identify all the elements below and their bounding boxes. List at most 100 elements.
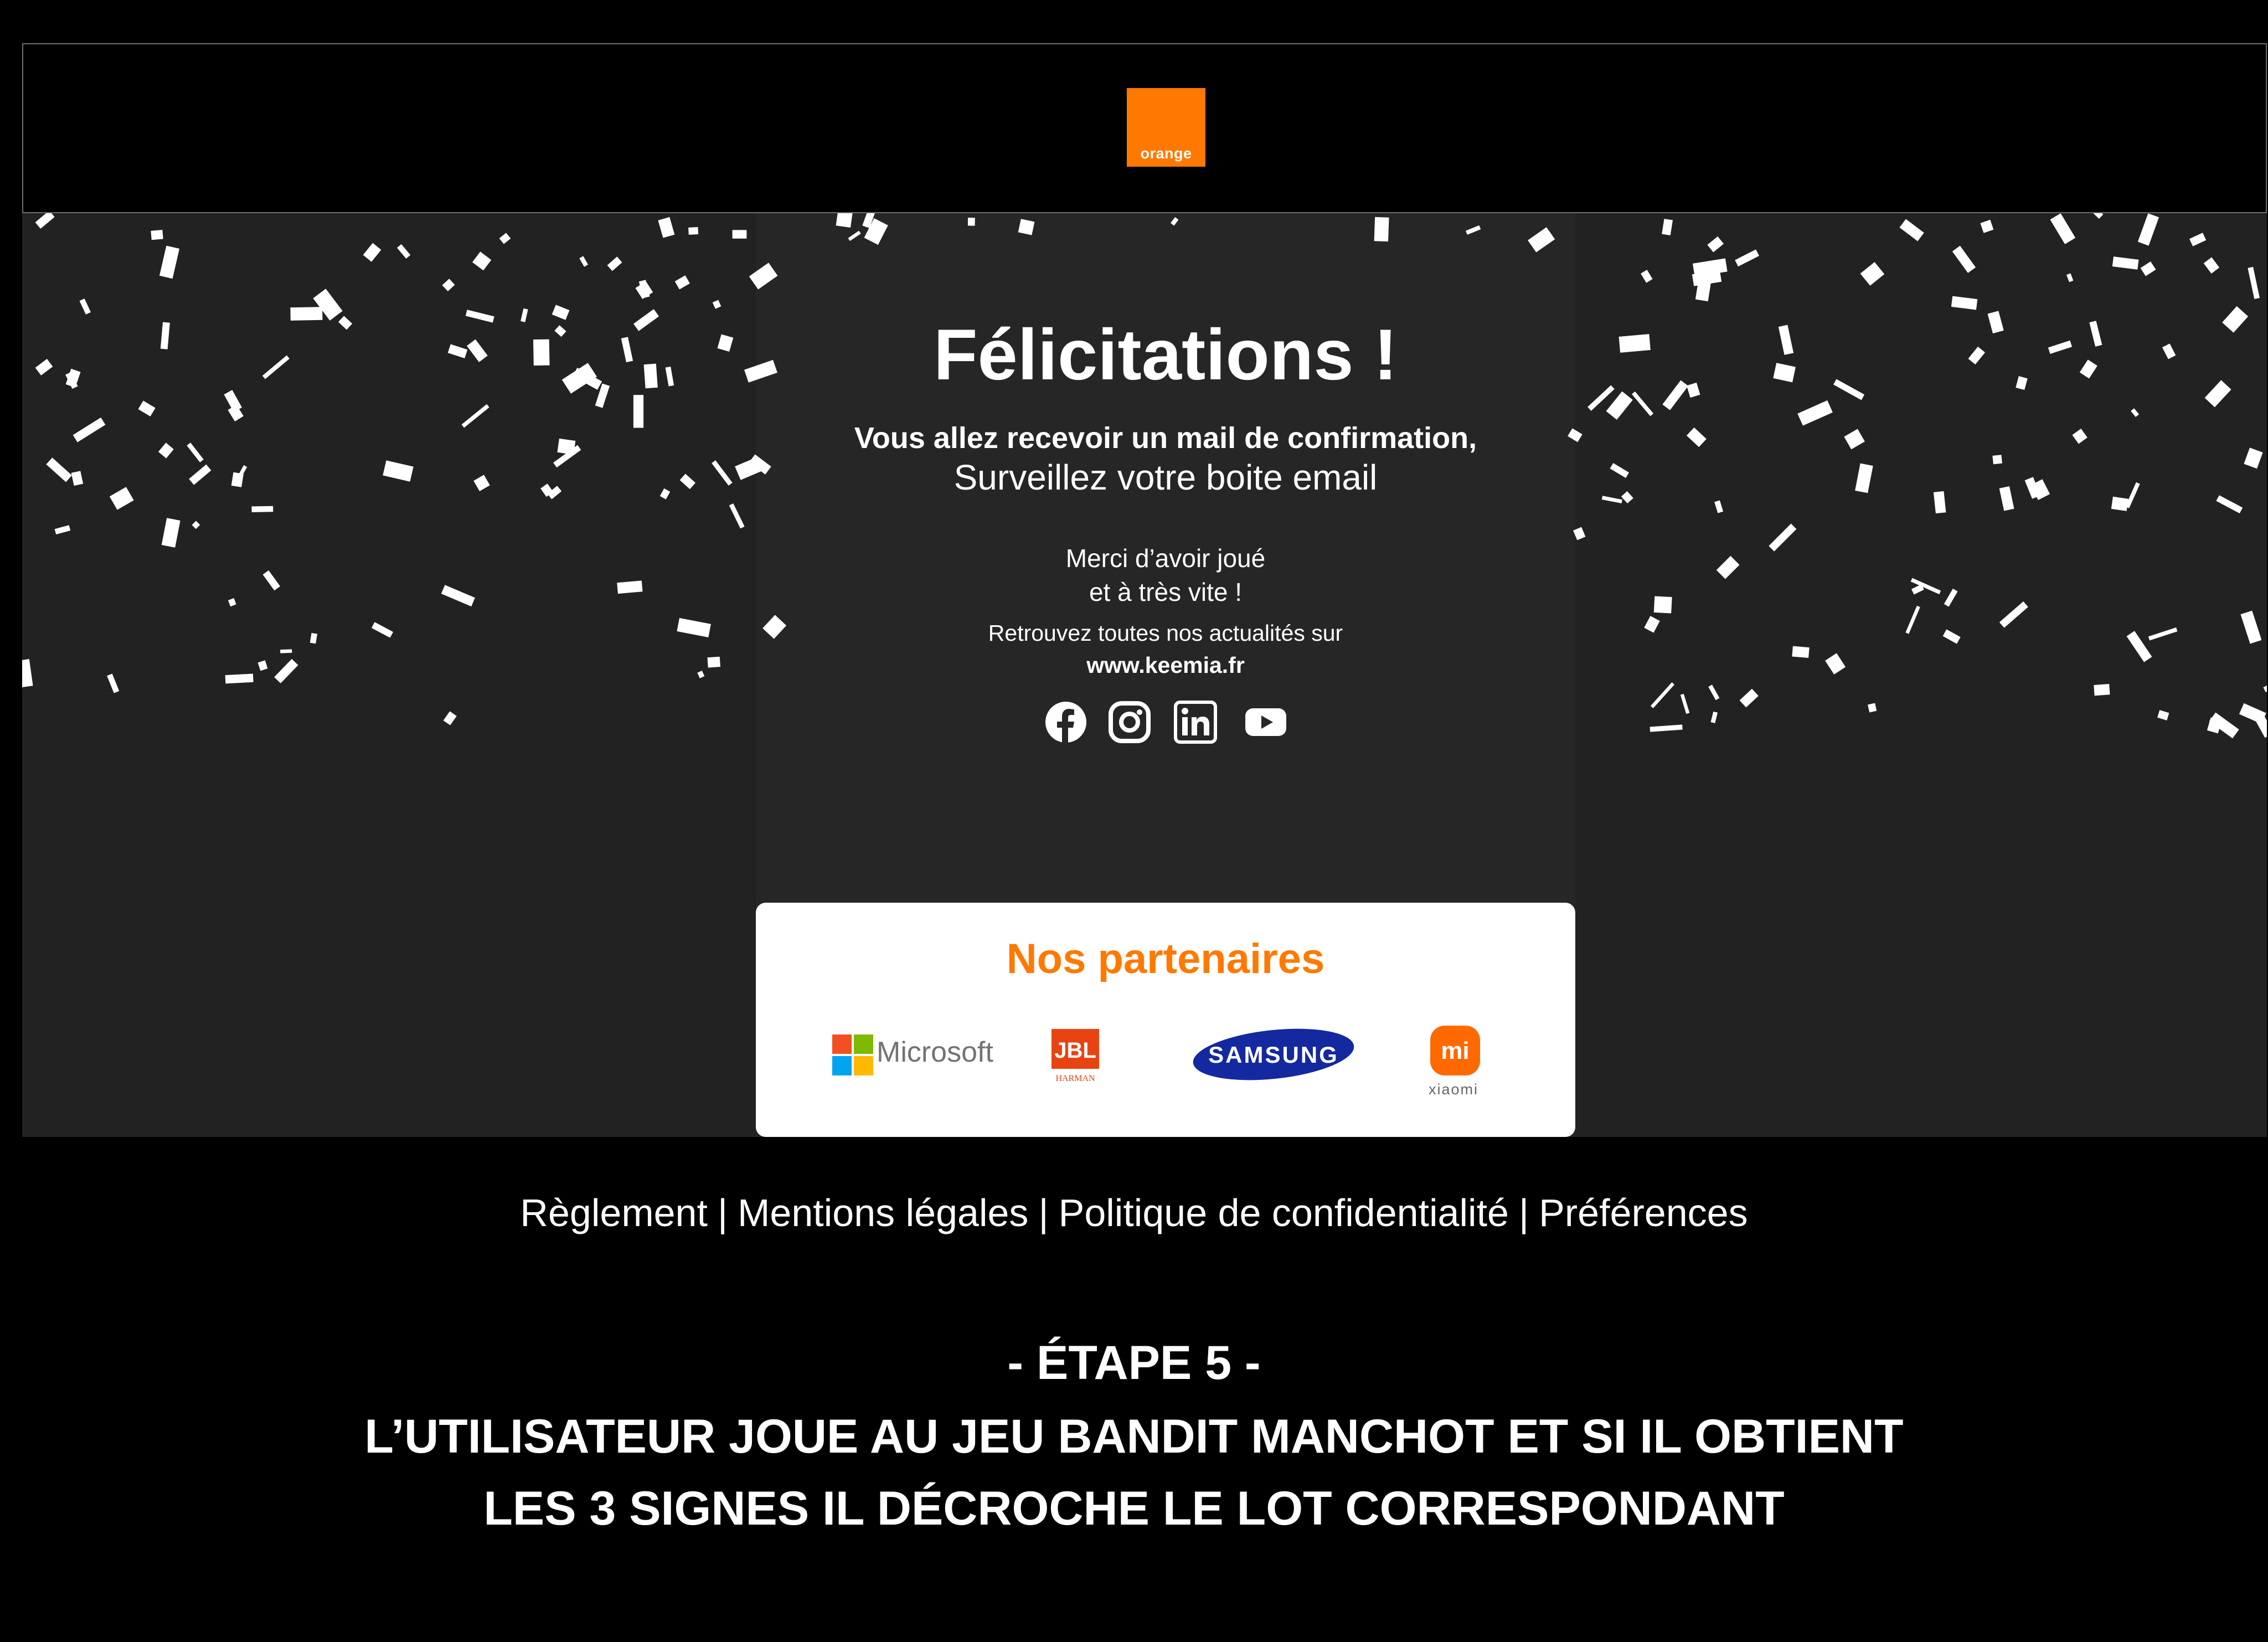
orange-logo-text: orange (1140, 145, 1192, 162)
confirmation-mail-notice: Vous allez recevoir un mail de confirmat… (854, 421, 1477, 455)
confetti-piece (46, 457, 72, 482)
confetti-piece (520, 308, 528, 322)
confetti-piece (2203, 257, 2220, 274)
xiaomi-logo[interactable]: mi (1430, 1026, 1480, 1075)
confetti-piece (2050, 213, 2076, 244)
confetti-piece (1171, 217, 1179, 226)
orange-logo[interactable]: orange (1127, 88, 1205, 167)
instagram-icon[interactable] (1108, 701, 1151, 744)
confetti-piece (732, 230, 747, 239)
confetti-piece (643, 363, 658, 389)
confetti-piece (1911, 584, 1924, 595)
confetti-piece (73, 417, 106, 442)
confetti-piece (697, 670, 705, 678)
confetti-piece (2079, 359, 2097, 379)
confetti-piece (499, 233, 511, 244)
confetti-piece (109, 487, 134, 510)
confetti-piece (1952, 245, 1976, 273)
confetti-piece (22, 659, 33, 688)
confetti-piece (1374, 217, 1389, 242)
confetti-piece (1833, 379, 1865, 400)
microsoft-logo[interactable] (832, 1034, 873, 1075)
confetti-piece (338, 316, 353, 330)
confetti-piece (228, 598, 236, 607)
confetti-piece (1797, 400, 1833, 426)
confetti-piece (2072, 429, 2087, 444)
confetti-piece (251, 506, 274, 512)
confetti-piece (554, 325, 566, 337)
confetti-piece (1707, 236, 1724, 253)
confetti-piece (2263, 679, 2267, 692)
confetti-piece (231, 472, 244, 487)
rules-link[interactable]: Règlement (520, 1191, 708, 1234)
confetti-piece (1528, 227, 1555, 253)
confetti-piece (1844, 429, 1865, 450)
confetti-piece (836, 213, 855, 228)
confetti-piece (561, 363, 597, 394)
privacy-policy-link[interactable]: Politique de confidentialité (1059, 1191, 1509, 1234)
confetti-piece (161, 518, 181, 548)
confetti-piece (160, 322, 170, 349)
jbl-logo-text: JBL (1054, 1038, 1096, 1063)
confetti-piece (363, 243, 382, 262)
confetti-piece (54, 525, 71, 535)
youtube-icon[interactable] (1244, 701, 1287, 744)
confetti-piece (257, 660, 268, 671)
confetti-piece (189, 464, 212, 485)
caption-line-2: LES 3 SIGNES IL DÉCROCHE LE LOT CORRESPO… (483, 1482, 1785, 1535)
confetti-piece (2240, 610, 2262, 644)
legal-notice-link[interactable]: Mentions légales (738, 1191, 1028, 1234)
step-label: - ÉTAPE 5 - (1007, 1336, 1261, 1389)
confetti-piece (2222, 306, 2249, 333)
confetti-piece (1618, 334, 1651, 353)
website-link[interactable]: www.keemia.fr (756, 652, 1575, 678)
preferences-link[interactable]: Préférences (1539, 1191, 1748, 1234)
confetti-piece (659, 488, 671, 500)
confetti-piece (1573, 527, 1586, 541)
confetti-piece (443, 711, 457, 725)
facebook-icon[interactable] (1044, 701, 1087, 744)
confetti-piece (1644, 616, 1660, 633)
confetti-piece (1735, 249, 1760, 267)
confetti-piece (1465, 225, 1481, 235)
confetti-piece (2048, 340, 2073, 354)
confetti-piece (1653, 596, 1672, 614)
confetti-piece (633, 309, 659, 331)
confetti-piece (1942, 629, 1961, 644)
confetti-piece (674, 275, 690, 290)
confetti-piece (2016, 376, 2028, 390)
confetti-piece (2112, 256, 2139, 270)
jbl-logo[interactable]: JBL HARMAN (1049, 1029, 1101, 1084)
confetti-piece (371, 622, 394, 638)
confetti-piece (1899, 219, 1924, 241)
confetti-piece (473, 475, 490, 492)
linkedin-icon[interactable] (1174, 701, 1217, 744)
confetti-piece (633, 395, 644, 428)
confetti-piece (1632, 391, 1654, 416)
confetti-piece (138, 400, 156, 416)
confetti-piece (1606, 391, 1633, 420)
samsung-logo-text: SAMSUNG (1208, 1042, 1339, 1068)
confetti-piece (35, 359, 53, 375)
footer-links: Règlement | Mentions légales | Politique de … (0, 1191, 2268, 1235)
confetti-piece (717, 334, 734, 352)
confetti-piece (65, 368, 81, 388)
confetti-piece (35, 213, 55, 229)
confetti-piece (677, 617, 711, 637)
confetti-piece (688, 227, 699, 235)
confetti-piece (1968, 346, 1986, 365)
confetti-piece (79, 298, 91, 315)
confetti-piece (551, 305, 570, 320)
confetti-piece (2248, 266, 2260, 300)
caption-line-1: L’UTILISATEUR JOUE AU JEU BANDIT MANCHOT… (364, 1410, 1904, 1463)
confetti-piece (729, 503, 745, 529)
confetti-piece (1951, 296, 1978, 310)
confetti-piece (465, 310, 494, 323)
confetti-piece (280, 649, 292, 653)
confetti-piece (1739, 688, 1759, 708)
confetti-piece (2162, 343, 2176, 359)
partners-card: Nos partenaires Microsoft JBL HARMAN SAM… (756, 903, 1575, 1137)
confetti-piece (967, 218, 975, 226)
samsung-logo[interactable]: SAMSUNG (1190, 1026, 1357, 1083)
confetti-piece (2126, 631, 2152, 662)
